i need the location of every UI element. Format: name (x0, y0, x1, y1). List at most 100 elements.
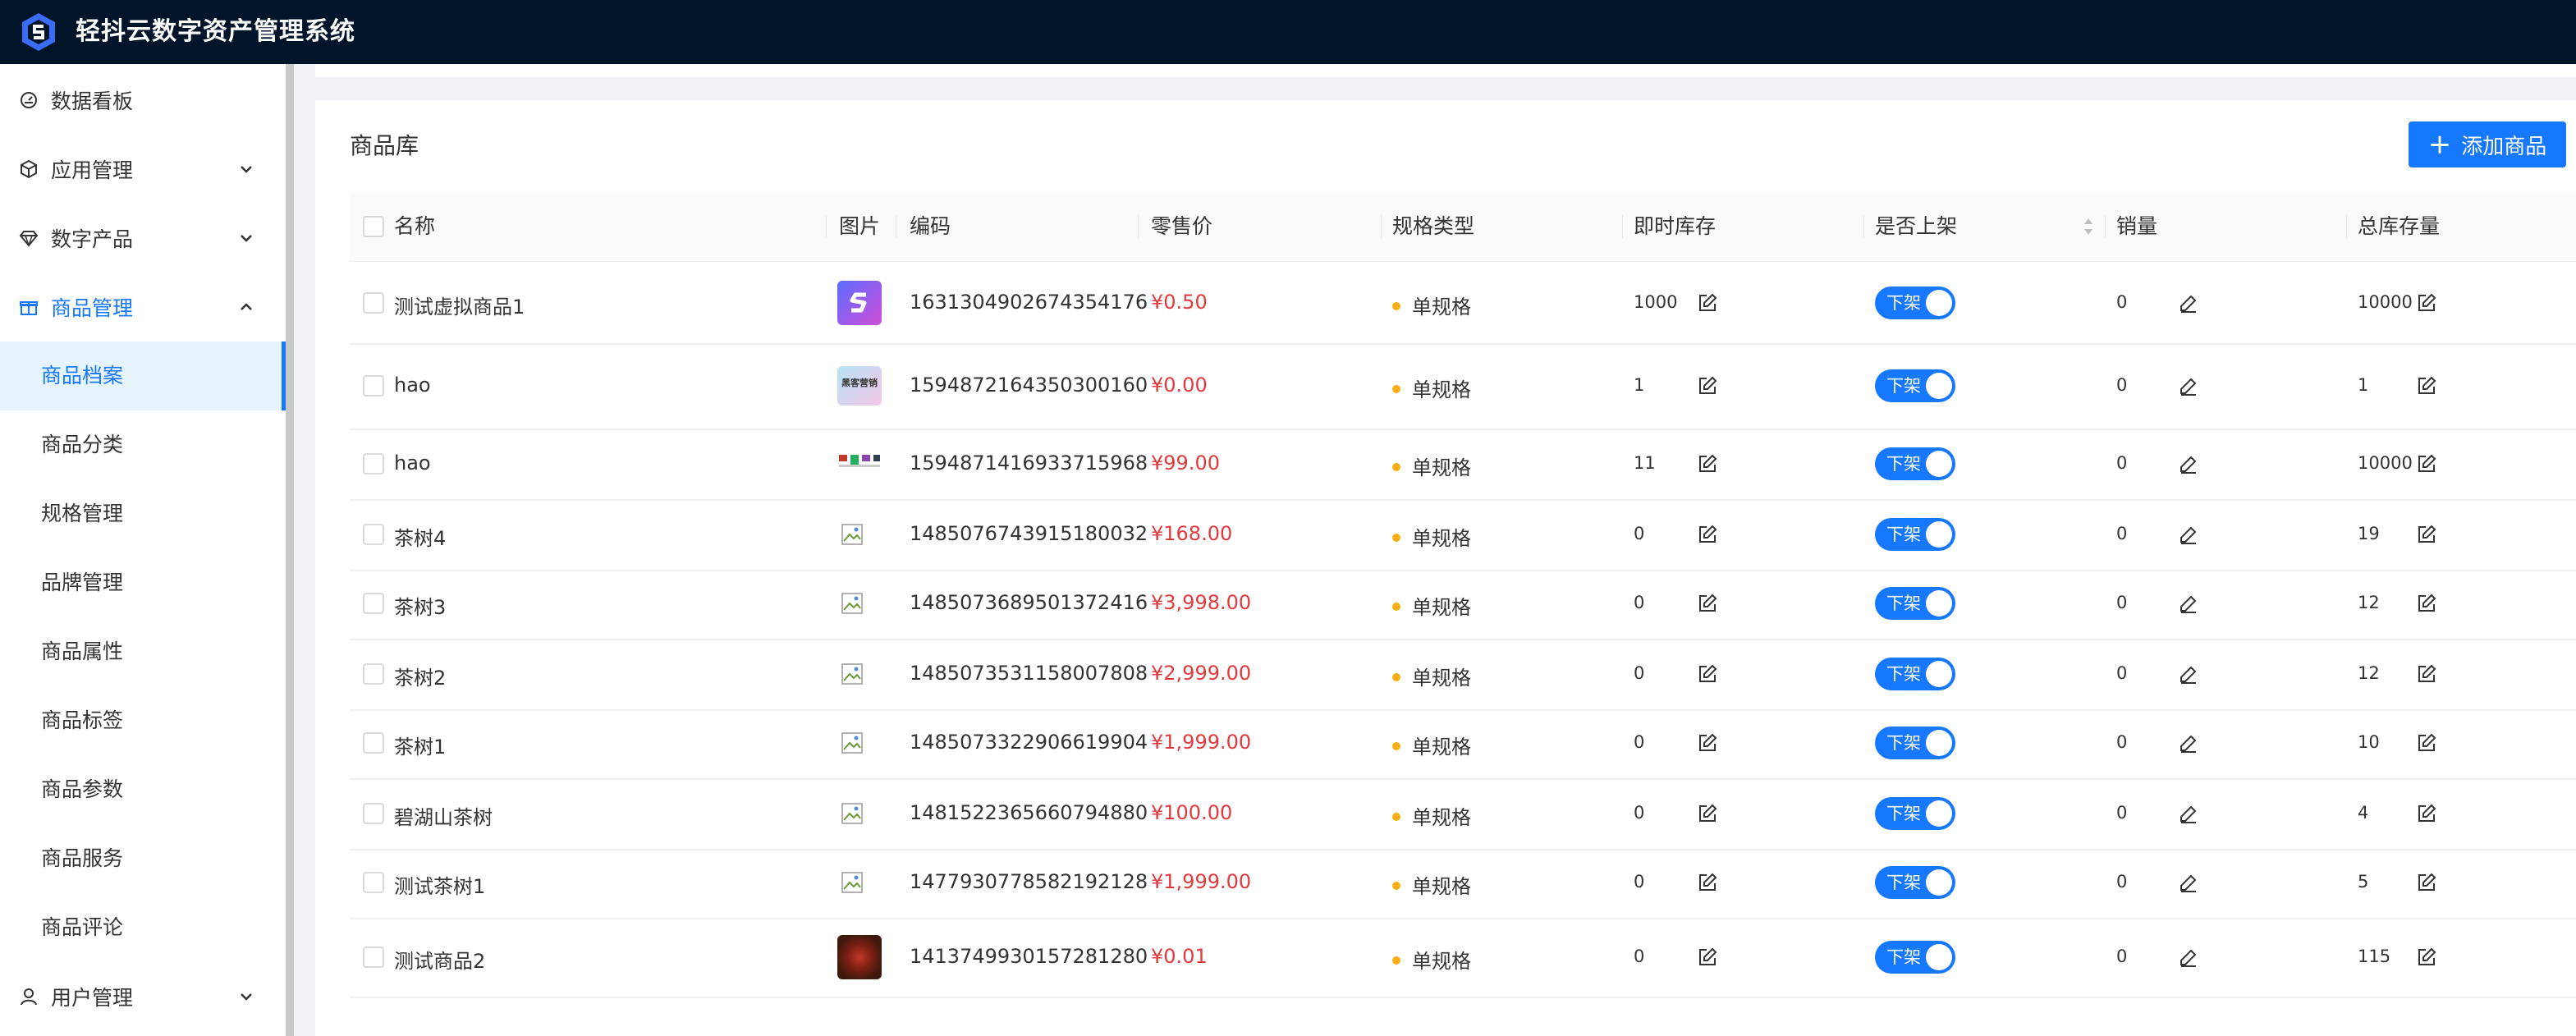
row-checkbox[interactable] (363, 292, 384, 314)
row-checkbox[interactable] (363, 524, 384, 545)
sales-edit-pencil-icon[interactable] (2179, 594, 2198, 613)
sales-edit-pencil-icon[interactable] (2179, 376, 2198, 396)
select-all-checkbox[interactable] (363, 216, 384, 237)
sidebar-subitem-attribute[interactable]: 商品属性 (0, 617, 286, 686)
sidebar-subitem-tag[interactable]: 商品标签 (0, 686, 286, 755)
col-spec: 规格类型 (1392, 214, 1475, 238)
stock-edit-icon[interactable] (1698, 293, 1717, 313)
row-checkbox[interactable] (363, 732, 384, 754)
sales-count: 0 (2116, 663, 2128, 683)
instant-stock: 1 (1634, 375, 1645, 395)
total-stock-edit-icon[interactable] (2417, 525, 2436, 544)
sidebar-item-dashboard[interactable]: 数据看板 (0, 66, 286, 135)
total-stock-edit-icon[interactable] (2417, 594, 2436, 613)
sidebar-subitem-category[interactable]: 商品分类 (0, 410, 286, 479)
spec-type-label: 单规格 (1412, 950, 1471, 973)
sales-edit-pencil-icon[interactable] (2179, 733, 2198, 753)
product-code: 1485073322906619904 (910, 731, 1148, 754)
sidebar-scrollbar[interactable] (286, 64, 294, 1036)
retail-price: ¥0.01 (1151, 945, 1208, 968)
total-stock: 4 (2358, 803, 2369, 823)
sidebar-item-label: 数据看板 (51, 89, 134, 113)
spec-type: 单规格 (1392, 662, 1471, 690)
product-thumbnail: 黑客营销 (837, 366, 882, 406)
instant-stock: 0 (1634, 947, 1645, 966)
stock-edit-icon[interactable] (1698, 947, 1717, 967)
toggle-label: 下架 (1886, 454, 1921, 474)
sales-count: 0 (2116, 947, 2128, 966)
sidebar-item-product-management[interactable]: 商品管理 (0, 273, 286, 342)
on-shelf-toggle[interactable]: 下架 (1875, 658, 1955, 690)
sales-edit-pencil-icon[interactable] (2179, 525, 2198, 544)
row-checkbox[interactable] (363, 593, 384, 614)
row-checkbox[interactable] (363, 803, 384, 824)
broken-image-icon (841, 872, 863, 893)
on-shelf-toggle[interactable]: 下架 (1875, 941, 1955, 974)
retail-price: ¥1,999.00 (1151, 731, 1252, 754)
col-on-shelf[interactable]: 是否上架 (1875, 192, 1957, 261)
sales-edit-pencil-icon[interactable] (2179, 293, 2198, 313)
stock-edit-icon[interactable] (1698, 733, 1717, 753)
stock-edit-icon[interactable] (1698, 804, 1717, 823)
sidebar-subitem-review[interactable]: 商品评论 (0, 893, 286, 962)
add-product-label: 添加商品 (2461, 134, 2547, 159)
sidebar-subitem-spec[interactable]: 规格管理 (0, 479, 286, 548)
row-checkbox[interactable] (363, 947, 384, 968)
col-sales: 销量 (2116, 214, 2158, 238)
total-stock-edit-icon[interactable] (2417, 947, 2436, 967)
toggle-knob (1926, 730, 1952, 756)
status-dot (1392, 603, 1400, 611)
sidebar-item-apps[interactable]: 应用管理 (0, 135, 286, 204)
on-shelf-toggle[interactable]: 下架 (1875, 727, 1955, 759)
sidebar-item-label: 数字产品 (51, 227, 134, 251)
row-checkbox[interactable] (363, 375, 384, 397)
total-stock-edit-icon[interactable] (2417, 454, 2436, 474)
total-stock-edit-icon[interactable] (2417, 293, 2436, 313)
stock-edit-icon[interactable] (1698, 664, 1717, 684)
on-shelf-toggle[interactable]: 下架 (1875, 587, 1955, 620)
sidebar-subitem-service[interactable]: 商品服务 (0, 824, 286, 893)
spec-type: 单规格 (1392, 945, 1471, 974)
sidebar-item-user-management[interactable]: 用户管理 (0, 962, 286, 1031)
chevron-up-icon (241, 303, 252, 310)
on-shelf-toggle[interactable]: 下架 (1875, 518, 1955, 551)
sidebar-item-digital-products[interactable]: 数字产品 (0, 204, 286, 273)
sales-edit-pencil-icon[interactable] (2179, 804, 2198, 823)
sales-edit-pencil-icon[interactable] (2179, 454, 2198, 474)
total-stock-edit-icon[interactable] (2417, 804, 2436, 823)
sidebar-subitem-parameter[interactable]: 商品参数 (0, 755, 286, 824)
sort-icon[interactable] (2082, 215, 2095, 238)
sales-edit-pencil-icon[interactable] (2179, 947, 2198, 967)
on-shelf-toggle[interactable]: 下架 (1875, 447, 1955, 480)
sales-edit-pencil-icon[interactable] (2179, 664, 2198, 684)
stock-edit-icon[interactable] (1698, 376, 1717, 396)
status-dot (1392, 742, 1400, 750)
stock-edit-icon[interactable] (1698, 525, 1717, 544)
on-shelf-toggle[interactable]: 下架 (1875, 287, 1955, 319)
broken-image-icon (841, 593, 863, 614)
total-stock-edit-icon[interactable] (2417, 664, 2436, 684)
row-checkbox[interactable] (363, 872, 384, 893)
stock-edit-icon[interactable] (1698, 454, 1717, 474)
user-icon (18, 986, 39, 1007)
sales-count: 0 (2116, 803, 2128, 823)
total-stock-edit-icon[interactable] (2417, 376, 2436, 396)
product-code: 1477930778582192128 (910, 870, 1148, 893)
row-checkbox[interactable] (363, 663, 384, 685)
stock-edit-icon[interactable] (1698, 873, 1717, 892)
on-shelf-toggle[interactable]: 下架 (1875, 866, 1955, 899)
sales-count: 0 (2116, 292, 2128, 312)
on-shelf-toggle[interactable]: 下架 (1875, 369, 1955, 402)
sidebar-subitem-brand[interactable]: 品牌管理 (0, 548, 286, 617)
total-stock-edit-icon[interactable] (2417, 733, 2436, 753)
sidebar-subitem-product-archive[interactable]: 商品档案 (0, 342, 286, 410)
row-checkbox[interactable] (363, 453, 384, 474)
col-image: 图片 (839, 214, 881, 238)
column-divider (2346, 215, 2347, 238)
total-stock-edit-icon[interactable] (2417, 873, 2436, 892)
chevron-down-icon (241, 993, 252, 1001)
add-product-button[interactable]: + 添加商品 (2409, 121, 2566, 167)
stock-edit-icon[interactable] (1698, 594, 1717, 613)
on-shelf-toggle[interactable]: 下架 (1875, 797, 1955, 830)
sales-edit-pencil-icon[interactable] (2179, 873, 2198, 892)
